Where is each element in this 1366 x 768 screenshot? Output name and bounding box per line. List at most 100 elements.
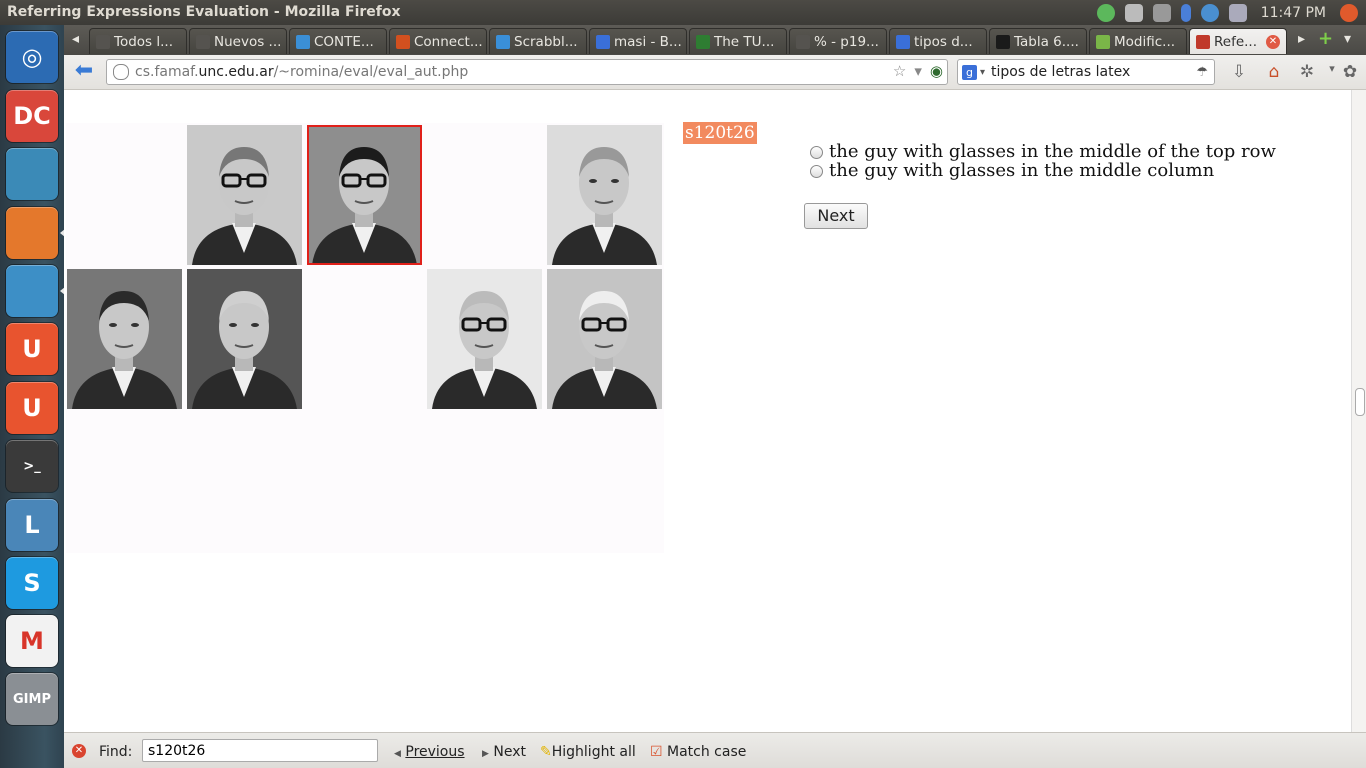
portrait-bottom-4[interactable]	[427, 269, 542, 409]
clock[interactable]: 11:47 PM	[1261, 5, 1326, 21]
ubuntu-one-music-icon[interactable]: U	[6, 382, 58, 434]
tab-favicon-icon	[696, 34, 710, 49]
find-previous-button[interactable]: ◀ Previous	[394, 744, 465, 760]
tab-favicon-icon	[996, 34, 1010, 49]
writer-icon[interactable]	[6, 265, 58, 317]
tab-label: Tabla 6....	[1014, 33, 1079, 50]
options-form: the guy with glasses in the middle of th…	[803, 142, 1283, 180]
clipgrab-icon[interactable]: DC	[6, 90, 58, 142]
tab-scroll-left-icon[interactable]: ◂	[72, 31, 79, 47]
tab-11[interactable]: Modific...	[1089, 28, 1187, 54]
files-icon[interactable]	[6, 148, 58, 200]
tab-close-icon[interactable]: ✕	[1266, 34, 1280, 49]
tab-favicon-icon	[296, 34, 310, 49]
search-engine-icon[interactable]: g	[962, 64, 977, 80]
option-1[interactable]: the guy with glasses in the middle of th…	[803, 142, 1283, 161]
url-bar[interactable]: cs.famaf.unc.edu.ar/~romina/eval/eval_au…	[106, 59, 948, 85]
ubuntu-one-icon[interactable]: U	[6, 323, 58, 375]
tab-favicon-icon	[1196, 34, 1210, 49]
lyx-icon[interactable]: L	[6, 499, 58, 551]
portrait-top-3[interactable]	[307, 125, 422, 265]
url-history-dropdown-icon[interactable]: ▾	[914, 62, 922, 80]
option-1-label[interactable]: the guy with glasses in the middle of th…	[829, 141, 1276, 162]
next-button[interactable]: Next	[804, 203, 868, 229]
checkbox-checked-icon: ☑	[650, 744, 663, 760]
photo-grid	[66, 123, 664, 553]
tab-2[interactable]: Nuevos ...	[189, 28, 287, 54]
tab-label: Scrabbl...	[514, 33, 578, 50]
tab-favicon-icon	[796, 34, 810, 49]
bluetooth-icon[interactable]	[1180, 3, 1191, 22]
portrait-top-2[interactable]	[187, 125, 302, 265]
tab-8[interactable]: % - p19...	[789, 28, 887, 54]
tab-9[interactable]: tipos d...	[889, 28, 987, 54]
home-icon[interactable]: ⌂	[1264, 62, 1284, 82]
tab-favicon-icon	[1096, 34, 1110, 49]
tab-favicon-icon	[396, 34, 410, 49]
ubuntu-dash-icon[interactable]: ◎	[6, 31, 58, 83]
clipboard-icon[interactable]	[1152, 3, 1171, 22]
option-1-radio[interactable]	[810, 145, 823, 159]
find-next-button[interactable]: ▶ Next	[482, 744, 526, 760]
window-title: Referring Expressions Evaluation - Mozil…	[7, 4, 401, 20]
toolbar-menu-icon[interactable]: ▾	[1322, 62, 1342, 82]
portrait-bottom-1[interactable]	[67, 269, 182, 409]
find-close-icon[interactable]: ✕	[72, 744, 86, 758]
search-bar[interactable]: g ▾ tipos de letras latex ☂	[957, 59, 1215, 85]
tab-label: CONTE...	[314, 33, 374, 50]
update-icon[interactable]	[1096, 3, 1115, 22]
url-text[interactable]: cs.famaf.unc.edu.ar/~romina/eval/eval_au…	[135, 64, 468, 80]
tab-scroll-right-icon[interactable]: ▸	[1298, 31, 1305, 47]
bookmark-star-icon[interactable]: ☆	[893, 62, 906, 80]
page-scrollbar[interactable]	[1351, 90, 1366, 732]
back-button[interactable]: ⬅	[70, 59, 98, 85]
tab-favicon-icon	[596, 34, 610, 49]
tab-4[interactable]: Connect...	[389, 28, 487, 54]
match-case-checkbox[interactable]: ☑ Match case	[650, 744, 746, 760]
extension-icon[interactable]: ✿	[1340, 62, 1360, 82]
option-2-radio[interactable]	[810, 164, 823, 178]
tab-5[interactable]: Scrabbl...	[489, 28, 587, 54]
volume-icon[interactable]	[1228, 3, 1247, 22]
tab-label: % - p19...	[814, 33, 879, 50]
new-tab-button[interactable]: +	[1318, 28, 1333, 49]
addon-icon[interactable]: ✲	[1297, 62, 1317, 82]
find-input[interactable]	[142, 739, 378, 762]
tab-6[interactable]: masi - B...	[589, 28, 687, 54]
navigation-toolbar: ⬅ cs.famaf.unc.edu.ar/~romina/eval/eval_…	[64, 55, 1366, 90]
session-menu-icon[interactable]	[1340, 3, 1358, 22]
reload-icon[interactable]: ◉	[930, 62, 943, 80]
tab-label: Todos l...	[114, 33, 173, 50]
downloads-icon[interactable]: ⇩	[1229, 62, 1249, 82]
tab-12[interactable]: Refe... ✕	[1189, 28, 1287, 54]
tab-3[interactable]: CONTE...	[289, 28, 387, 54]
tab-list-icon[interactable]: ▾	[1344, 31, 1351, 47]
gimp-icon[interactable]: GIMP	[6, 673, 58, 725]
tab-label: Nuevos ...	[214, 33, 282, 50]
tab-1[interactable]: Todos l...	[89, 28, 187, 54]
network-icon[interactable]	[1200, 3, 1219, 22]
tab-label: The TU...	[714, 33, 775, 50]
gmail-icon[interactable]: M	[6, 615, 58, 667]
tab-favicon-icon	[896, 34, 910, 49]
search-go-icon[interactable]: ☂	[1196, 65, 1208, 80]
portrait-bottom-2[interactable]	[187, 269, 302, 409]
skype-icon[interactable]: S	[6, 557, 58, 609]
tab-10[interactable]: Tabla 6....	[989, 28, 1087, 54]
portrait-top-5[interactable]	[547, 125, 662, 265]
site-identity-icon[interactable]	[113, 64, 129, 80]
highlight-all-button[interactable]: ✎Highlight all	[540, 744, 636, 760]
scrollbar-thumb[interactable]	[1355, 388, 1365, 416]
arrow-left-icon: ◀	[394, 749, 401, 759]
search-engine-dropdown-icon[interactable]: ▾	[980, 67, 985, 78]
tab-label: tipos d...	[914, 33, 973, 50]
option-2[interactable]: the guy with glasses in the middle colum…	[803, 161, 1283, 180]
search-input[interactable]: tipos de letras latex	[991, 64, 1130, 80]
tab-7[interactable]: The TU...	[689, 28, 787, 54]
printer-icon[interactable]	[1124, 3, 1143, 22]
trial-id-label: s120t26	[683, 122, 757, 144]
portrait-bottom-5[interactable]	[547, 269, 662, 409]
option-2-label[interactable]: the guy with glasses in the middle colum…	[829, 160, 1214, 181]
firefox-icon[interactable]	[6, 207, 58, 259]
terminal-icon[interactable]: >_	[6, 440, 58, 492]
